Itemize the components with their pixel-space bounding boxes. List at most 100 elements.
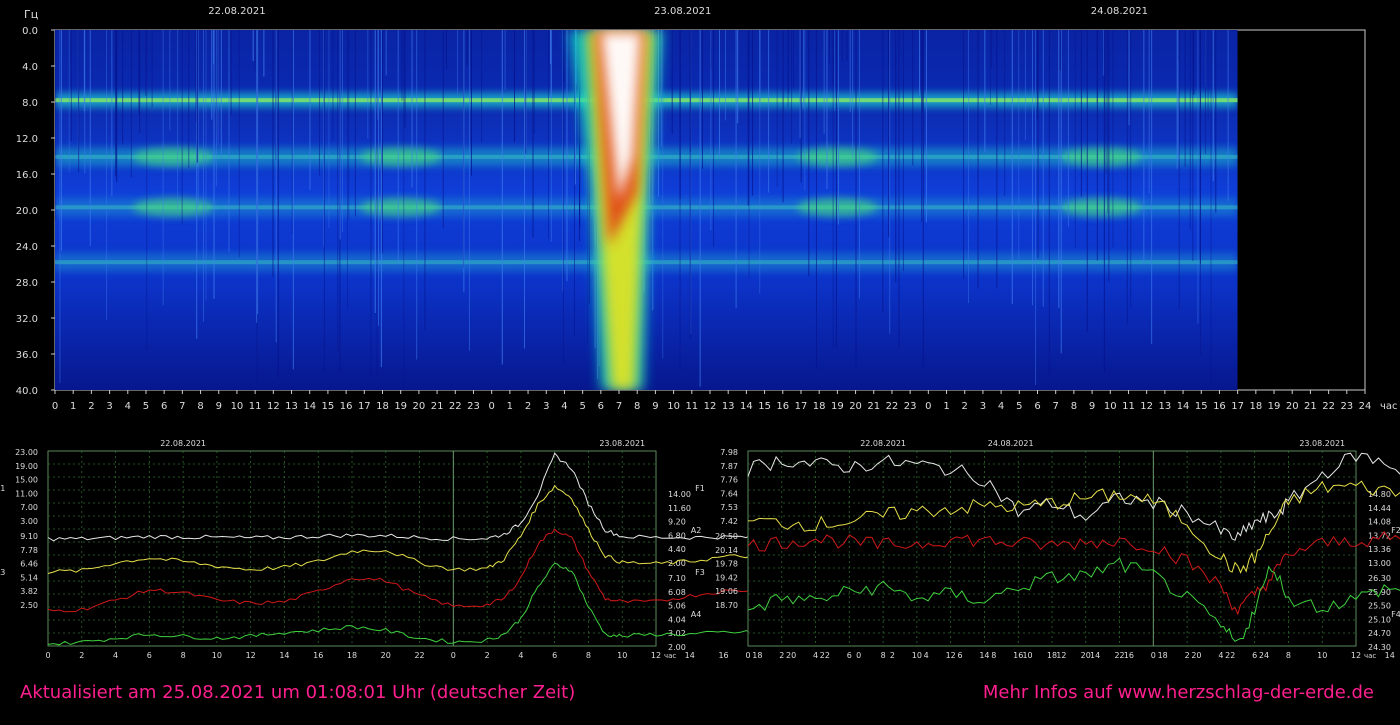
noise-stripe: [524, 30, 526, 349]
noise-stripe: [59, 30, 61, 383]
x-tick-label: 13: [722, 401, 735, 412]
noise-stripe: [699, 30, 701, 387]
noise-stripe: [397, 30, 399, 265]
x-tick-label: 18: [376, 401, 389, 412]
noise-stripe: [792, 30, 794, 89]
noise-stripe: [1096, 30, 1098, 103]
right-tick-yellow: 13.36: [1368, 545, 1391, 554]
noise-stripe: [855, 30, 857, 367]
x-tick-label: 12: [704, 401, 717, 412]
right-tick-yellow: 14.00: [668, 490, 691, 499]
noise-stripe: [1227, 30, 1229, 201]
chart-1-x-tick: 4: [518, 651, 523, 660]
noise-stripe: [1210, 30, 1212, 385]
noise-stripe: [230, 30, 232, 116]
noise-stripe: [1060, 30, 1062, 354]
noise-stripe: [130, 30, 132, 178]
right-tick-green: 24.70: [1368, 629, 1391, 638]
x-tick-label: 3: [543, 401, 549, 412]
noise-stripe: [1199, 30, 1201, 264]
chart-1-x-tick: 16: [313, 651, 323, 660]
noise-stripe: [348, 30, 350, 220]
chart-2-x-tick: 12: [1351, 651, 1361, 660]
noise-stripe: [701, 30, 703, 170]
x-tick-label: 16: [776, 401, 789, 412]
x-tick-label: 20: [1286, 401, 1299, 412]
spectrogram-date: 23.08.2021: [654, 6, 711, 17]
series-label-F3: F3: [695, 568, 705, 577]
noise-stripe: [835, 30, 837, 347]
x-tick-label: 18: [813, 401, 826, 412]
x-tick-label: 11: [249, 401, 262, 412]
noise-stripe: [220, 30, 222, 159]
daytime-patch: [1061, 198, 1142, 217]
y-tick-label: 20.0: [16, 206, 38, 217]
noise-stripe: [662, 30, 664, 359]
x-tick-label: 1: [70, 401, 76, 412]
chart-1-x-tick: 6: [147, 651, 152, 660]
noise-stripe: [1215, 30, 1217, 213]
noise-stripe: [347, 30, 349, 309]
y-tick-label: 28.0: [16, 278, 38, 289]
noise-stripe: [339, 30, 341, 240]
noise-stripe: [122, 30, 124, 145]
noise-stripe: [1107, 30, 1109, 214]
noise-stripe: [1177, 30, 1179, 161]
noise-stripe: [116, 30, 118, 182]
noise-stripe: [1004, 30, 1006, 196]
noise-stripe: [1151, 30, 1153, 344]
noise-stripe: [332, 30, 334, 142]
series-label-F2: F2: [1391, 526, 1400, 535]
info-link[interactable]: Mehr Infos auf www.herzschlag-der-erde.d…: [983, 682, 1374, 703]
left-tick-red: 2.50: [20, 601, 38, 610]
noise-stripe: [342, 30, 344, 233]
daytime-patch: [360, 147, 441, 166]
x-tick-label: 13: [285, 401, 298, 412]
left-tick-red: 20.14: [715, 546, 738, 555]
noise-stripe: [196, 30, 198, 163]
chart-1-date: 24.08.2021: [988, 439, 1034, 448]
noise-stripe: [1048, 30, 1050, 375]
noise-stripe: [776, 30, 778, 187]
noise-stripe: [1176, 30, 1178, 169]
right-tick-yellow: 6.80: [668, 531, 686, 540]
noise-stripe: [272, 30, 274, 277]
noise-stripe: [737, 30, 739, 124]
x-tick-label: 15: [322, 401, 335, 412]
noise-stripe: [1207, 30, 1209, 119]
noise-stripe: [416, 30, 418, 360]
noise-stripe: [61, 30, 63, 251]
x-tick-label: 17: [795, 401, 808, 412]
chart-2-x-tick: 10: [912, 651, 922, 660]
noise-stripe: [963, 30, 965, 279]
noise-stripe: [146, 30, 148, 351]
left-tick-white: 7.98: [720, 448, 738, 457]
noise-stripe: [277, 30, 279, 378]
chart-1-x-tick: 8: [991, 651, 996, 660]
noise-stripe: [808, 30, 810, 277]
noise-stripe: [318, 30, 320, 176]
noise-stripe: [804, 30, 806, 191]
right-tick-green: 26.30: [1368, 574, 1391, 583]
right-tick-green: 25.50: [1368, 602, 1391, 611]
right-tick-yellow: 13.00: [1368, 559, 1391, 568]
chart-1-date: 23.08.2021: [599, 439, 645, 448]
left-tick-red: 3.82: [20, 587, 38, 596]
noise-stripe: [1143, 30, 1145, 265]
noise-stripe: [470, 30, 472, 176]
left-tick-red: 18.70: [715, 601, 738, 610]
left-tick-red: 19.42: [715, 573, 738, 582]
y-tick-label: 12.0: [16, 134, 38, 145]
noise-stripe: [115, 30, 117, 177]
noise-stripe: [815, 30, 817, 370]
x-tick-label: 4: [125, 401, 131, 412]
chart-1-x-tick: 20: [381, 651, 391, 660]
noise-stripe: [195, 30, 197, 123]
right-tick-green: 24.30: [1368, 643, 1391, 652]
noise-stripe: [832, 30, 834, 349]
right-tick-yellow: 9.20: [668, 518, 686, 527]
x-tick-label: 14: [303, 401, 316, 412]
spectrogram-image: [55, 30, 1238, 390]
noise-stripe: [968, 30, 970, 304]
x-tick-label: 1: [507, 401, 513, 412]
